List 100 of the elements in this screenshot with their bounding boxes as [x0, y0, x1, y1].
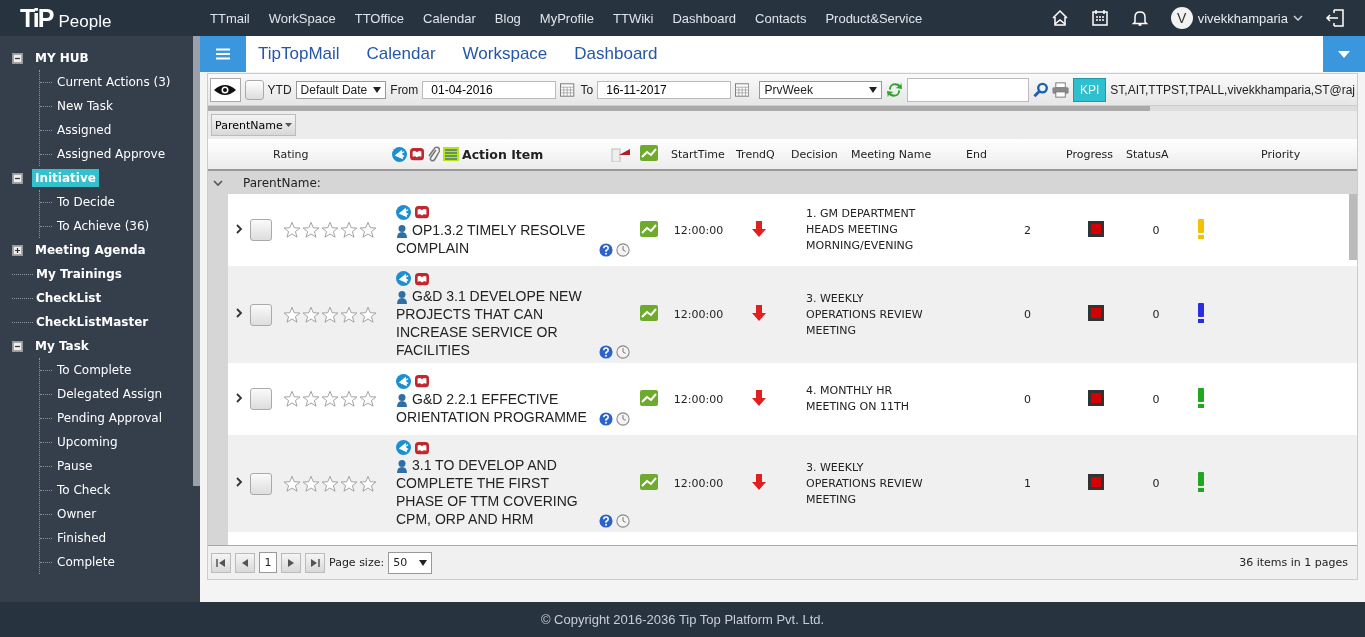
chevron-down-icon[interactable] [213, 177, 223, 188]
star-icon[interactable] [321, 221, 339, 239]
sidebar-item[interactable]: Pause [54, 457, 96, 475]
star-icon[interactable] [283, 474, 301, 493]
star-rating[interactable] [283, 221, 377, 239]
row-checkbox[interactable] [250, 472, 272, 495]
to-date-field[interactable]: 16-11-2017 [597, 80, 732, 99]
chevron-right-icon[interactable] [234, 477, 244, 487]
sidebar-item[interactable]: MY HUB [32, 49, 92, 67]
column-header[interactable]: Meeting Name [846, 147, 961, 161]
nav-link[interactable]: Dashboard [672, 10, 737, 26]
sidebar-item[interactable]: Finished [54, 529, 110, 547]
chevron-right-icon[interactable] [234, 308, 244, 318]
sidebar-item[interactable]: Assigned [54, 121, 115, 139]
row-checkbox[interactable] [250, 303, 272, 326]
star-icon[interactable] [302, 305, 320, 324]
period-select[interactable]: PrvWeek [759, 80, 882, 99]
ytd-checkbox[interactable] [244, 79, 264, 100]
star-icon[interactable] [302, 221, 320, 239]
star-icon[interactable] [321, 390, 339, 408]
sidebar-item[interactable]: Current Actions (3) [54, 73, 174, 91]
column-header[interactable]: StartTime [666, 147, 731, 161]
star-rating[interactable] [283, 305, 377, 324]
star-icon[interactable] [302, 390, 320, 408]
logout-icon[interactable] [1325, 9, 1345, 27]
menu-button[interactable] [200, 36, 246, 72]
column-header[interactable]: TrendQ [731, 147, 786, 161]
chevron-right-icon[interactable] [234, 223, 244, 234]
subnav-link[interactable]: Calendar [366, 44, 436, 64]
bell-icon[interactable] [1130, 9, 1149, 27]
nav-link[interactable]: Calendar [423, 10, 476, 26]
sidebar-item[interactable]: New Task [54, 97, 116, 115]
sidebar-item[interactable]: CheckListMaster [33, 313, 152, 331]
row-checkbox[interactable] [250, 388, 272, 410]
scrollbar[interactable] [208, 106, 1151, 111]
subnav-link[interactable]: TipTopMail [258, 44, 340, 64]
collapse-icon[interactable] [12, 340, 23, 352]
user-name[interactable]: vivekkhamparia [1197, 10, 1288, 26]
sidebar-item[interactable]: Assigned Approve [54, 145, 169, 163]
star-icon[interactable] [283, 305, 301, 324]
column-header[interactable]: Priority [1181, 147, 1357, 161]
star-rating[interactable] [283, 474, 377, 493]
star-icon[interactable] [340, 474, 358, 493]
sidebar-item[interactable]: To Achieve (36) [54, 217, 153, 235]
nav-link[interactable]: Blog [494, 10, 521, 26]
previous-page-button[interactable] [235, 552, 255, 573]
sidebar-item[interactable]: To Decide [54, 193, 118, 211]
nav-link[interactable]: MyProfile [539, 10, 595, 26]
column-header[interactable]: Progress [1061, 147, 1121, 161]
nav-link[interactable]: WorkSpace [268, 10, 336, 26]
dropdown-button[interactable] [1323, 36, 1365, 72]
sidebar-item[interactable]: Meeting Agenda [32, 241, 149, 259]
star-icon[interactable] [283, 390, 301, 408]
sidebar-item[interactable]: Delegated Assign [54, 385, 166, 403]
star-icon[interactable] [340, 221, 358, 239]
column-header[interactable]: Decision [786, 147, 846, 161]
date-type-select[interactable]: Default Date [295, 80, 387, 99]
action-item-text[interactable]: 3.1 TO DEVELOP AND COMPLETE THE FIRST PHASE OF TTM COVERING CPM, ORP AND HRM [396, 456, 596, 528]
next-page-button[interactable] [281, 552, 301, 573]
sidebar-item[interactable]: Owner [54, 505, 100, 523]
nav-link[interactable]: Product&Service [825, 10, 923, 26]
column-header[interactable]: Action Item [462, 146, 544, 162]
sidebar-item[interactable]: To Complete [54, 361, 135, 379]
expand-icon[interactable] [12, 244, 23, 256]
column-header[interactable]: End [961, 147, 1061, 161]
sidebar-item[interactable]: My Task [32, 337, 92, 355]
sidebar-item[interactable]: Pending Approval [54, 409, 166, 427]
nav-link[interactable]: TTmail [210, 10, 250, 26]
nav-link[interactable]: TTOffice [354, 10, 405, 26]
nav-link[interactable]: Contacts [755, 10, 807, 26]
star-icon[interactable] [359, 221, 377, 239]
sidebar-item[interactable]: Upcoming [54, 433, 121, 451]
star-icon[interactable] [321, 305, 339, 324]
sidebar-item[interactable]: My Trainings [33, 265, 125, 283]
page-size-select[interactable]: 50 [388, 551, 433, 574]
collapse-icon[interactable] [12, 172, 23, 184]
home-icon[interactable] [1050, 9, 1069, 27]
nav-link[interactable]: TTWiki [613, 10, 654, 26]
star-icon[interactable] [340, 390, 358, 408]
chevron-right-icon[interactable] [234, 392, 244, 403]
subnav-link[interactable]: Dashboard [574, 44, 658, 64]
refresh-icon[interactable] [885, 80, 903, 99]
scrollbar[interactable] [193, 36, 200, 486]
last-page-button[interactable] [305, 552, 325, 573]
collapse-icon[interactable] [12, 52, 23, 64]
scrollbar[interactable] [1349, 194, 1357, 260]
action-item-text[interactable]: G&D 3.1 DEVELOPE NEW PROJECTS THAT CAN INCREASE SERVICE OR FACILITIES [396, 287, 596, 359]
star-icon[interactable] [359, 390, 377, 408]
from-date-field[interactable]: 01-04-2016 [422, 80, 557, 99]
calendar-icon[interactable] [1090, 9, 1109, 27]
print-icon[interactable] [1051, 81, 1069, 98]
first-page-button[interactable] [211, 552, 231, 573]
sidebar-item[interactable]: CheckList [33, 289, 105, 307]
star-icon[interactable] [321, 474, 339, 493]
subnav-link[interactable]: Workspace [462, 44, 548, 64]
search-icon[interactable] [1032, 81, 1048, 98]
action-item-text[interactable]: OP1.3.2 TIMELY RESOLVE COMPLAIN [396, 220, 596, 257]
group-by-button[interactable]: ParentName [211, 114, 296, 136]
column-header[interactable]: Rating [273, 147, 309, 161]
star-icon[interactable] [340, 305, 358, 324]
